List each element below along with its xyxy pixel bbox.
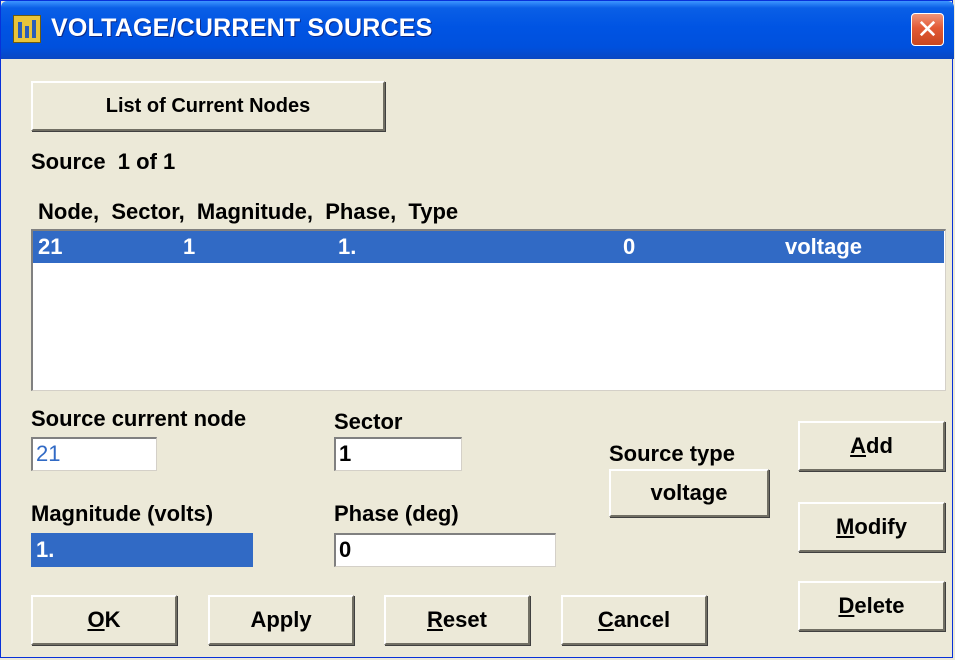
sector-label: Sector (334, 409, 403, 434)
apply-button[interactable]: Apply (208, 595, 354, 645)
sources-listbox[interactable]: 21 1 1. 0 voltage (31, 229, 946, 391)
source-counter: Source 1 of 1 (31, 149, 176, 174)
list-current-nodes-button[interactable]: List of Current Nodes (31, 81, 385, 131)
list-item-type: voltage (785, 234, 863, 259)
dialog-window: VOLTAGE/CURRENT SOURCES ✕ List of Curren… (0, 0, 954, 658)
app-icon-bar (25, 26, 29, 38)
cancel-button[interactable]: Cancel (561, 595, 707, 645)
source-type-value: voltage (650, 480, 728, 505)
ok-button[interactable]: OK (31, 595, 177, 645)
source-node-label: Source current node (31, 406, 247, 431)
modify-button-label: Modify (836, 514, 907, 539)
source-type-button[interactable]: voltage (609, 469, 769, 517)
apply-button-label: Apply (250, 607, 312, 632)
app-icon-bar (32, 20, 36, 38)
source-node-field[interactable]: 21 (31, 437, 157, 471)
sector-field[interactable]: 1 (334, 437, 462, 471)
list-item-phase: 0 (623, 234, 636, 259)
delete-button-label: Delete (838, 593, 905, 618)
close-icon[interactable]: ✕ (911, 13, 944, 46)
phase-field[interactable]: 0 (334, 533, 556, 567)
modify-button[interactable]: Modify (798, 502, 945, 552)
title-bar[interactable]: VOLTAGE/CURRENT SOURCES ✕ (1, 1, 954, 59)
window-title: VOLTAGE/CURRENT SOURCES (51, 14, 433, 42)
phase-label: Phase (deg) (334, 501, 459, 526)
ok-button-label: OK (87, 607, 121, 632)
add-button[interactable]: Add (798, 421, 945, 471)
list-item-sector: 1 (183, 234, 196, 259)
app-icon (13, 15, 41, 43)
cancel-button-label: Cancel (597, 607, 671, 632)
list-header: Node, Sector, Magnitude, Phase, Type (38, 199, 459, 224)
list-item-magnitude: 1. (338, 234, 357, 259)
app-icon-bar (18, 22, 22, 38)
list-item[interactable]: 21 1 1. 0 voltage (33, 231, 944, 263)
source-type-label: Source type (609, 441, 735, 466)
reset-button-label: Reset (427, 607, 487, 632)
magnitude-label: Magnitude (volts) (31, 501, 214, 526)
magnitude-field[interactable]: 1. (31, 533, 253, 567)
reset-button[interactable]: Reset (384, 595, 530, 645)
list-item-node: 21 (38, 234, 63, 259)
add-button-label: Add (850, 433, 893, 458)
list-current-nodes-label: List of Current Nodes (105, 94, 311, 117)
delete-button[interactable]: Delete (798, 581, 945, 631)
